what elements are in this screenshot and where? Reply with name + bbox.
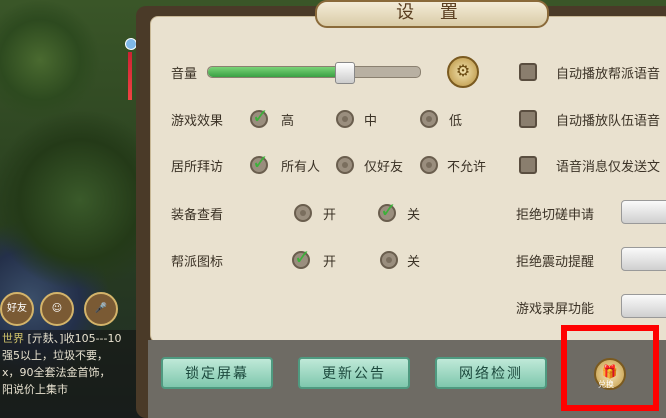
option-label: 中 bbox=[364, 114, 378, 129]
chat-line: x，90全套法金首饰， bbox=[2, 366, 111, 379]
option-label: 关 bbox=[407, 255, 421, 270]
option-label: 高 bbox=[281, 114, 295, 129]
auto-play-team-voice-checkbox[interactable] bbox=[519, 110, 537, 128]
option-label: 仅好友 bbox=[364, 160, 404, 175]
equipment-on-radio[interactable] bbox=[294, 204, 312, 222]
reject-vibration-toggle[interactable] bbox=[621, 247, 666, 271]
toggle-label: 拒绝震动提醒 bbox=[516, 255, 595, 270]
option-label: 开 bbox=[323, 208, 337, 223]
volume-label: 音量 bbox=[171, 67, 198, 82]
option-label: 开 bbox=[323, 255, 337, 270]
option-label: 所有人 bbox=[281, 160, 321, 175]
voice-message-text-only-checkbox[interactable] bbox=[519, 156, 537, 174]
guild-icon-off-radio[interactable] bbox=[380, 251, 398, 269]
chat-line: 强5以上，垃圾不要， bbox=[2, 349, 108, 362]
equipment-off-radio[interactable]: ✓ bbox=[378, 198, 400, 222]
option-label: 低 bbox=[449, 114, 463, 129]
chat-channel: 世界 bbox=[2, 332, 24, 345]
graphics-quality-label: 游戏效果 bbox=[171, 114, 224, 129]
chat-line: 阳说价上集市 bbox=[2, 383, 68, 396]
microphone-icon[interactable]: 🎤 bbox=[84, 292, 118, 326]
toggle-label: 游戏录屏功能 bbox=[516, 302, 595, 317]
guild-icon-label: 帮派图标 bbox=[171, 255, 224, 270]
graphics-high-radio[interactable]: ✓ bbox=[250, 104, 272, 128]
chat-panel[interactable]: 世界 [亓麸、]收105---10 强5以上，垃圾不要， x，90全套法金首饰，… bbox=[0, 330, 152, 418]
highlight-box bbox=[561, 325, 659, 411]
visit-nobody-radio[interactable] bbox=[420, 156, 438, 174]
lock-screen-button[interactable]: 锁定屏幕 bbox=[161, 357, 273, 389]
page-title: 设 置 bbox=[315, 0, 549, 28]
chat-line: [亓麸、]收105---10 bbox=[27, 332, 122, 345]
toggle-label: 拒绝切磋申请 bbox=[516, 208, 595, 223]
volume-slider-knob[interactable] bbox=[335, 62, 355, 84]
visit-everyone-radio[interactable]: ✓ bbox=[250, 150, 272, 174]
emoji-icon[interactable]: ☺ bbox=[40, 292, 74, 326]
friends-icon[interactable]: 好友 bbox=[0, 292, 34, 326]
option-label: 不允许 bbox=[447, 160, 487, 175]
option-label: 关 bbox=[407, 208, 421, 223]
update-notice-button[interactable]: 更新公告 bbox=[298, 357, 410, 389]
graphics-medium-radio[interactable] bbox=[336, 110, 354, 128]
visit-friends-radio[interactable] bbox=[336, 156, 354, 174]
checkbox-label: 语音消息仅发送文 bbox=[556, 160, 661, 175]
network-check-button[interactable]: 网络检测 bbox=[435, 357, 547, 389]
home-visit-label: 居所拜访 bbox=[171, 160, 224, 175]
chat-icon-bar: 好友 ☺ 🎤 bbox=[0, 288, 150, 328]
checkbox-label: 自动播放队伍语音 bbox=[556, 114, 661, 129]
auto-play-guild-voice-checkbox[interactable] bbox=[519, 63, 537, 81]
volume-slider-fill bbox=[208, 67, 344, 77]
screen-record-toggle[interactable] bbox=[621, 294, 666, 318]
graphics-low-radio[interactable] bbox=[420, 110, 438, 128]
equipment-view-label: 装备查看 bbox=[171, 208, 224, 223]
reject-duel-toggle[interactable] bbox=[621, 200, 666, 224]
checkbox-label: 自动播放帮派语音 bbox=[556, 67, 661, 82]
guild-icon-on-radio[interactable]: ✓ bbox=[292, 245, 314, 269]
gear-icon[interactable]: ⚙ bbox=[447, 56, 479, 88]
volume-slider[interactable] bbox=[207, 62, 421, 84]
